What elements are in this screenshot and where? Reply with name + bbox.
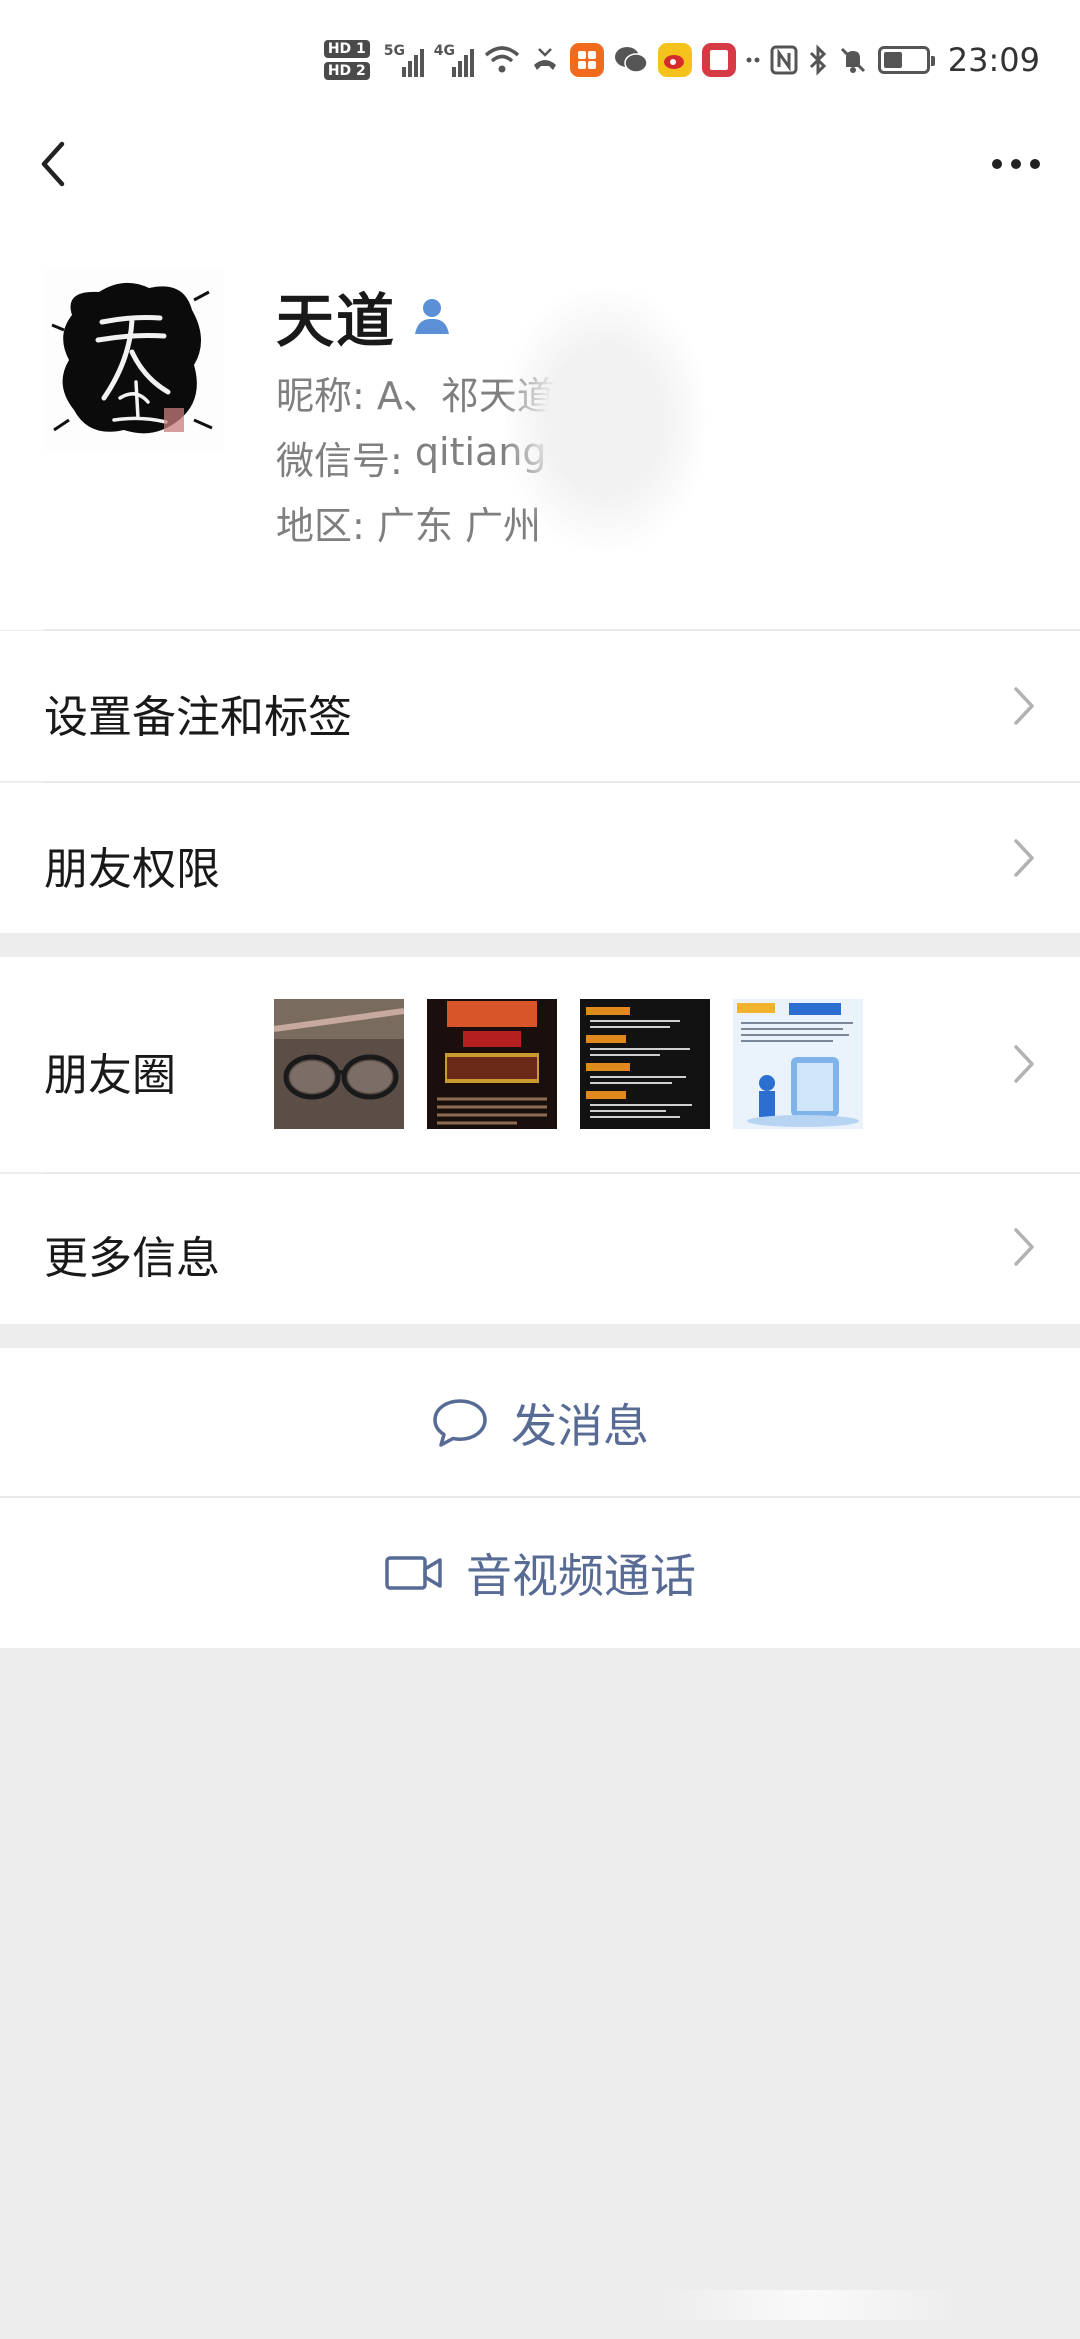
promo-poster [427,999,557,1129]
wifi-icon [484,38,520,82]
person-icon [415,299,450,334]
chevron-right-icon [1014,1045,1034,1083]
nav-bar [0,120,1080,210]
chevron-right-icon [1014,687,1034,725]
app-icon-red [701,38,736,82]
net2-label: 4G [433,43,456,59]
hd2-label: HD 2 [323,62,370,80]
nfc-icon [770,38,798,82]
more-info-label: 更多信息 [44,1233,220,1284]
moments-label: 朋友圈 [44,1050,176,1101]
avatar-ink-image [51,282,213,434]
moments-thumbnails [274,999,863,1129]
region-row: 地区: 广东 广州 [276,495,541,550]
back-button[interactable] [28,134,88,194]
more-info-cell[interactable]: 更多信息 [0,1174,1080,1324]
status-icons: HD 1 HD 2 5G 4G 23:09 [323,30,1040,90]
text-list-poster [580,999,710,1129]
status-time: 23:09 [947,41,1040,79]
chevron-right-icon [1014,1228,1034,1266]
avatar[interactable] [44,270,224,450]
more-button[interactable] [976,134,1056,194]
more-status-dots-icon [746,38,760,82]
privacy-blur [505,290,705,550]
nickname-label: 昵称: [276,374,365,418]
bluetooth-icon [808,38,828,82]
app-icon-orange [569,38,604,82]
chevron-right-icon [1014,839,1034,877]
battery-icon [877,38,935,82]
video-camera-icon [385,1556,442,1590]
friend-permissions-label: 朋友权限 [44,844,220,895]
glasses-photo [274,999,404,1129]
video-call-button[interactable]: 音视频通话 [0,1498,1080,1648]
send-message-button[interactable]: 发消息 [0,1348,1080,1498]
profile-card: 天道 昵称: A、祁天道 微信号: qitiang 地区: 广东 广州 [0,210,1080,630]
friend-permissions-cell[interactable]: 朋友权限 [0,783,1080,933]
region-label: 地区: [276,504,365,548]
chevron-left-icon [41,141,65,187]
health-poster [733,999,863,1129]
wechat-icon [614,38,648,82]
chat-bubble-icon [433,1399,487,1447]
wechat-id-label: 微信号: [276,439,403,483]
signal-4g-icon: 4G [434,43,474,77]
hd1-label: HD 1 [323,40,370,58]
signal-5g-icon: 5G [384,43,424,77]
send-message-label: 发消息 [511,1399,649,1453]
remark-tags-cell[interactable]: 设置备注和标签 [0,631,1080,781]
profile-name: 天道 [276,287,397,355]
video-call-label: 音视频通话 [466,1549,696,1603]
status-bar: HD 1 HD 2 5G 4G 23:09 [0,0,1080,120]
mute-icon [838,38,868,82]
more-dots-icon [992,159,1002,169]
home-indicator [660,2290,960,2320]
remark-tags-label: 设置备注和标签 [44,692,352,743]
missed-call-icon [530,38,560,82]
moments-cell[interactable]: 朋友圈 [0,957,1080,1172]
hd-icon: HD 1 HD 2 [323,38,370,82]
weibo-icon [657,38,692,82]
net1-label: 5G [383,43,406,59]
profile-name-row: 天道 [276,274,454,358]
